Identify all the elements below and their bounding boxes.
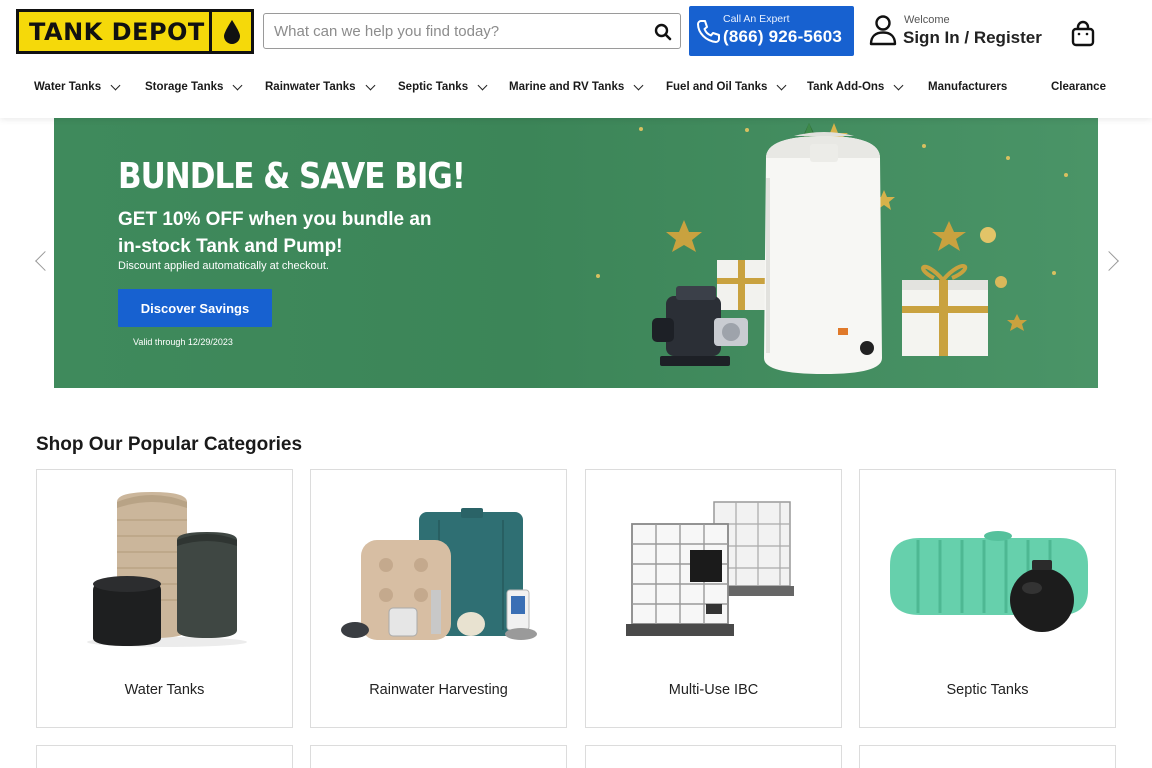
promo-image-tank-pump-gifts [584,118,1098,388]
nav-item-clearance[interactable]: Clearance [1051,76,1106,98]
site-header: TANK DEPOT Call An Expert (866) 926-5603… [0,0,1152,118]
discover-savings-button[interactable]: Discover Savings [118,289,272,327]
category-card-row2-3[interactable] [585,745,842,768]
category-card-septic-tanks[interactable]: Septic Tanks [859,469,1116,728]
chevron-down-icon [110,80,121,90]
promo-title: BUNDLE & SAVE BIG! [118,156,466,198]
categories-heading: Shop Our Popular Categories [36,434,303,455]
nav-label: Fuel and Oil Tanks [666,81,768,93]
nav-item-storage-tanks[interactable]: Storage Tanks [145,76,243,98]
promo-valid-date: Valid through 12/29/2023 [133,337,233,347]
phone-icon [695,18,721,44]
carousel-next-chevron-right-icon[interactable] [1099,251,1119,271]
category-label: Rainwater Harvesting [369,682,508,698]
search-icon[interactable] [652,21,674,43]
category-label: Multi-Use IBC [668,682,759,698]
promo-banner[interactable]: BUNDLE & SAVE BIG! GET 10% OFF when you … [54,118,1098,388]
category-card-row2-4[interactable] [859,745,1116,768]
nav-label: Marine and RV Tanks [509,81,625,93]
sign-in-register-link[interactable]: Sign In / Register [903,28,1042,48]
nav-item-septic-tanks[interactable]: Septic Tanks [398,76,488,98]
category-label: Water Tanks [124,682,205,698]
user-icon [868,14,898,46]
nav-item-rainwater-tanks[interactable]: Rainwater Tanks [265,76,375,98]
account-link[interactable]: Welcome Sign In / Register [868,12,1043,54]
category-card-rainwater-harvesting[interactable]: Rainwater Harvesting [310,469,567,728]
logo-text: TANK DEPOT [29,17,205,46]
nav-label: Manufacturers [928,81,1008,93]
category-card-water-tanks[interactable]: Water Tanks [36,469,293,728]
chevron-down-icon [633,80,644,90]
category-label: Septic Tanks [946,682,1029,698]
chevron-down-icon [776,80,787,90]
nav-item-fuel-oil-tanks[interactable]: Fuel and Oil Tanks [666,76,787,98]
category-image-septic-tanks [860,480,1115,650]
category-image-water-tanks [37,480,292,650]
chevron-down-icon [232,80,243,90]
nav-item-water-tanks[interactable]: Water Tanks [34,76,121,98]
welcome-text: Welcome [904,14,950,26]
nav-label: Tank Add-Ons [807,81,885,93]
nav-label: Rainwater Tanks [265,81,356,93]
call-label: Call An Expert [723,13,790,25]
promo-note: Discount applied automatically at checko… [118,260,329,272]
nav-item-manufacturers[interactable]: Manufacturers [928,76,1007,98]
nav-item-marine-rv-tanks[interactable]: Marine and RV Tanks [509,76,644,98]
water-drop-icon [209,12,251,51]
category-card-row2-1[interactable] [36,745,293,768]
main-navigation: Water Tanks Storage Tanks Rainwater Tank… [0,76,1152,100]
category-image-multi-use-ibc [586,480,841,650]
category-image-rainwater-harvesting [311,480,566,650]
nav-label: Storage Tanks [145,81,224,93]
call-an-expert-button[interactable]: Call An Expert (866) 926-5603 [689,6,854,56]
nav-label: Clearance [1051,81,1106,93]
nav-label: Water Tanks [34,81,102,93]
carousel-prev-chevron-left-icon[interactable] [35,251,55,271]
tank-depot-logo[interactable]: TANK DEPOT [16,9,254,54]
nav-item-tank-add-ons[interactable]: Tank Add-Ons [807,76,904,98]
category-card-row2-2[interactable] [310,745,567,768]
promo-subtitle: GET 10% OFF when you bundle an in-stock … [118,209,432,257]
chevron-down-icon [477,80,488,90]
category-card-multi-use-ibc[interactable]: Multi-Use IBC [585,469,842,728]
search-input[interactable] [264,14,644,48]
phone-number: (866) 926-5603 [723,27,843,46]
chevron-down-icon [365,80,375,90]
nav-label: Septic Tanks [398,81,469,93]
search-box [263,13,681,49]
chevron-down-icon [893,80,904,90]
shopping-bag-icon[interactable] [1070,20,1096,48]
